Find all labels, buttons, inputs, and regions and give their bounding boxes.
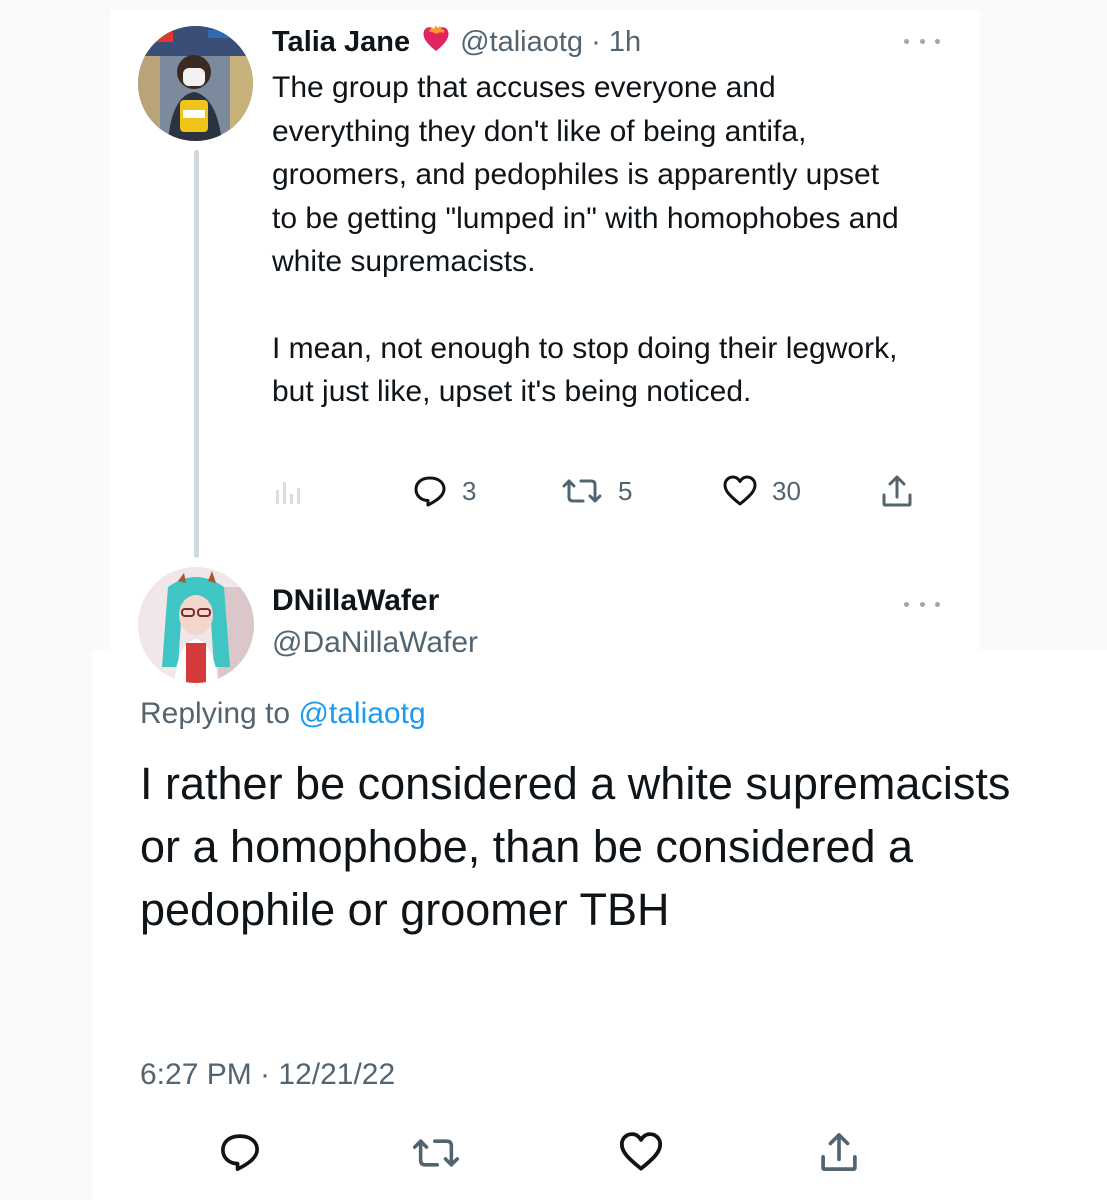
avatar-talia[interactable] <box>138 26 253 141</box>
tweet1-paragraph-2: I mean, not enough to stop doing their l… <box>272 331 898 409</box>
share-icon <box>821 1133 857 1171</box>
retweet-button[interactable] <box>410 1134 462 1177</box>
reply-author-handle[interactable]: @DaNillaWafer <box>272 626 478 660</box>
thread-connector-line <box>194 150 199 558</box>
reply-timestamp[interactable]: 6:27 PM · 12/21/22 <box>140 1058 395 1092</box>
tweet1-action-bar: 3 5 30 <box>260 470 940 512</box>
share-icon <box>882 475 912 507</box>
reply-button[interactable]: 3 <box>412 470 476 512</box>
replying-to-handle-link[interactable]: @taliaotg <box>298 697 425 730</box>
share-button[interactable] <box>880 470 914 512</box>
author-name[interactable]: Talia Jane <box>272 26 410 59</box>
replying-to: Replying to @taliaotg <box>140 697 426 731</box>
avatar-dnillawafer[interactable] <box>138 567 254 683</box>
more-icon[interactable] <box>904 599 940 609</box>
tweet1-header: Talia Jane @taliaotg · 1h <box>272 22 641 62</box>
retweet-button[interactable]: 5 <box>560 470 632 512</box>
reply-button[interactable] <box>218 1130 262 1179</box>
heart-icon <box>723 475 757 506</box>
reply-action-bar <box>200 1130 900 1180</box>
author-handle-time[interactable]: @taliaotg · 1h <box>460 26 641 59</box>
heart-icon <box>619 1132 663 1171</box>
retweet-count: 5 <box>618 475 633 506</box>
replying-prefix: Replying to <box>140 697 299 730</box>
reply-icon <box>221 1134 259 1171</box>
like-button[interactable] <box>618 1130 664 1179</box>
analytics-icon[interactable] <box>274 470 302 512</box>
tweet1-text: The group that accuses everyone and ever… <box>272 66 912 414</box>
tweet1-paragraph-1: The group that accuses everyone and ever… <box>272 71 899 278</box>
reply-count: 3 <box>462 475 477 506</box>
reply-tweet-text: I rather be considered a white supremaci… <box>140 758 1011 935</box>
share-button[interactable] <box>818 1130 860 1179</box>
reply-author-name[interactable]: DNillaWafer <box>272 584 439 618</box>
retweet-icon <box>562 479 602 503</box>
like-count: 30 <box>772 475 801 506</box>
retweet-icon <box>412 1139 460 1167</box>
more-icon[interactable] <box>904 36 940 46</box>
like-button[interactable]: 30 <box>722 470 801 512</box>
heart-fire-icon <box>420 22 452 62</box>
reply-icon <box>414 476 446 507</box>
